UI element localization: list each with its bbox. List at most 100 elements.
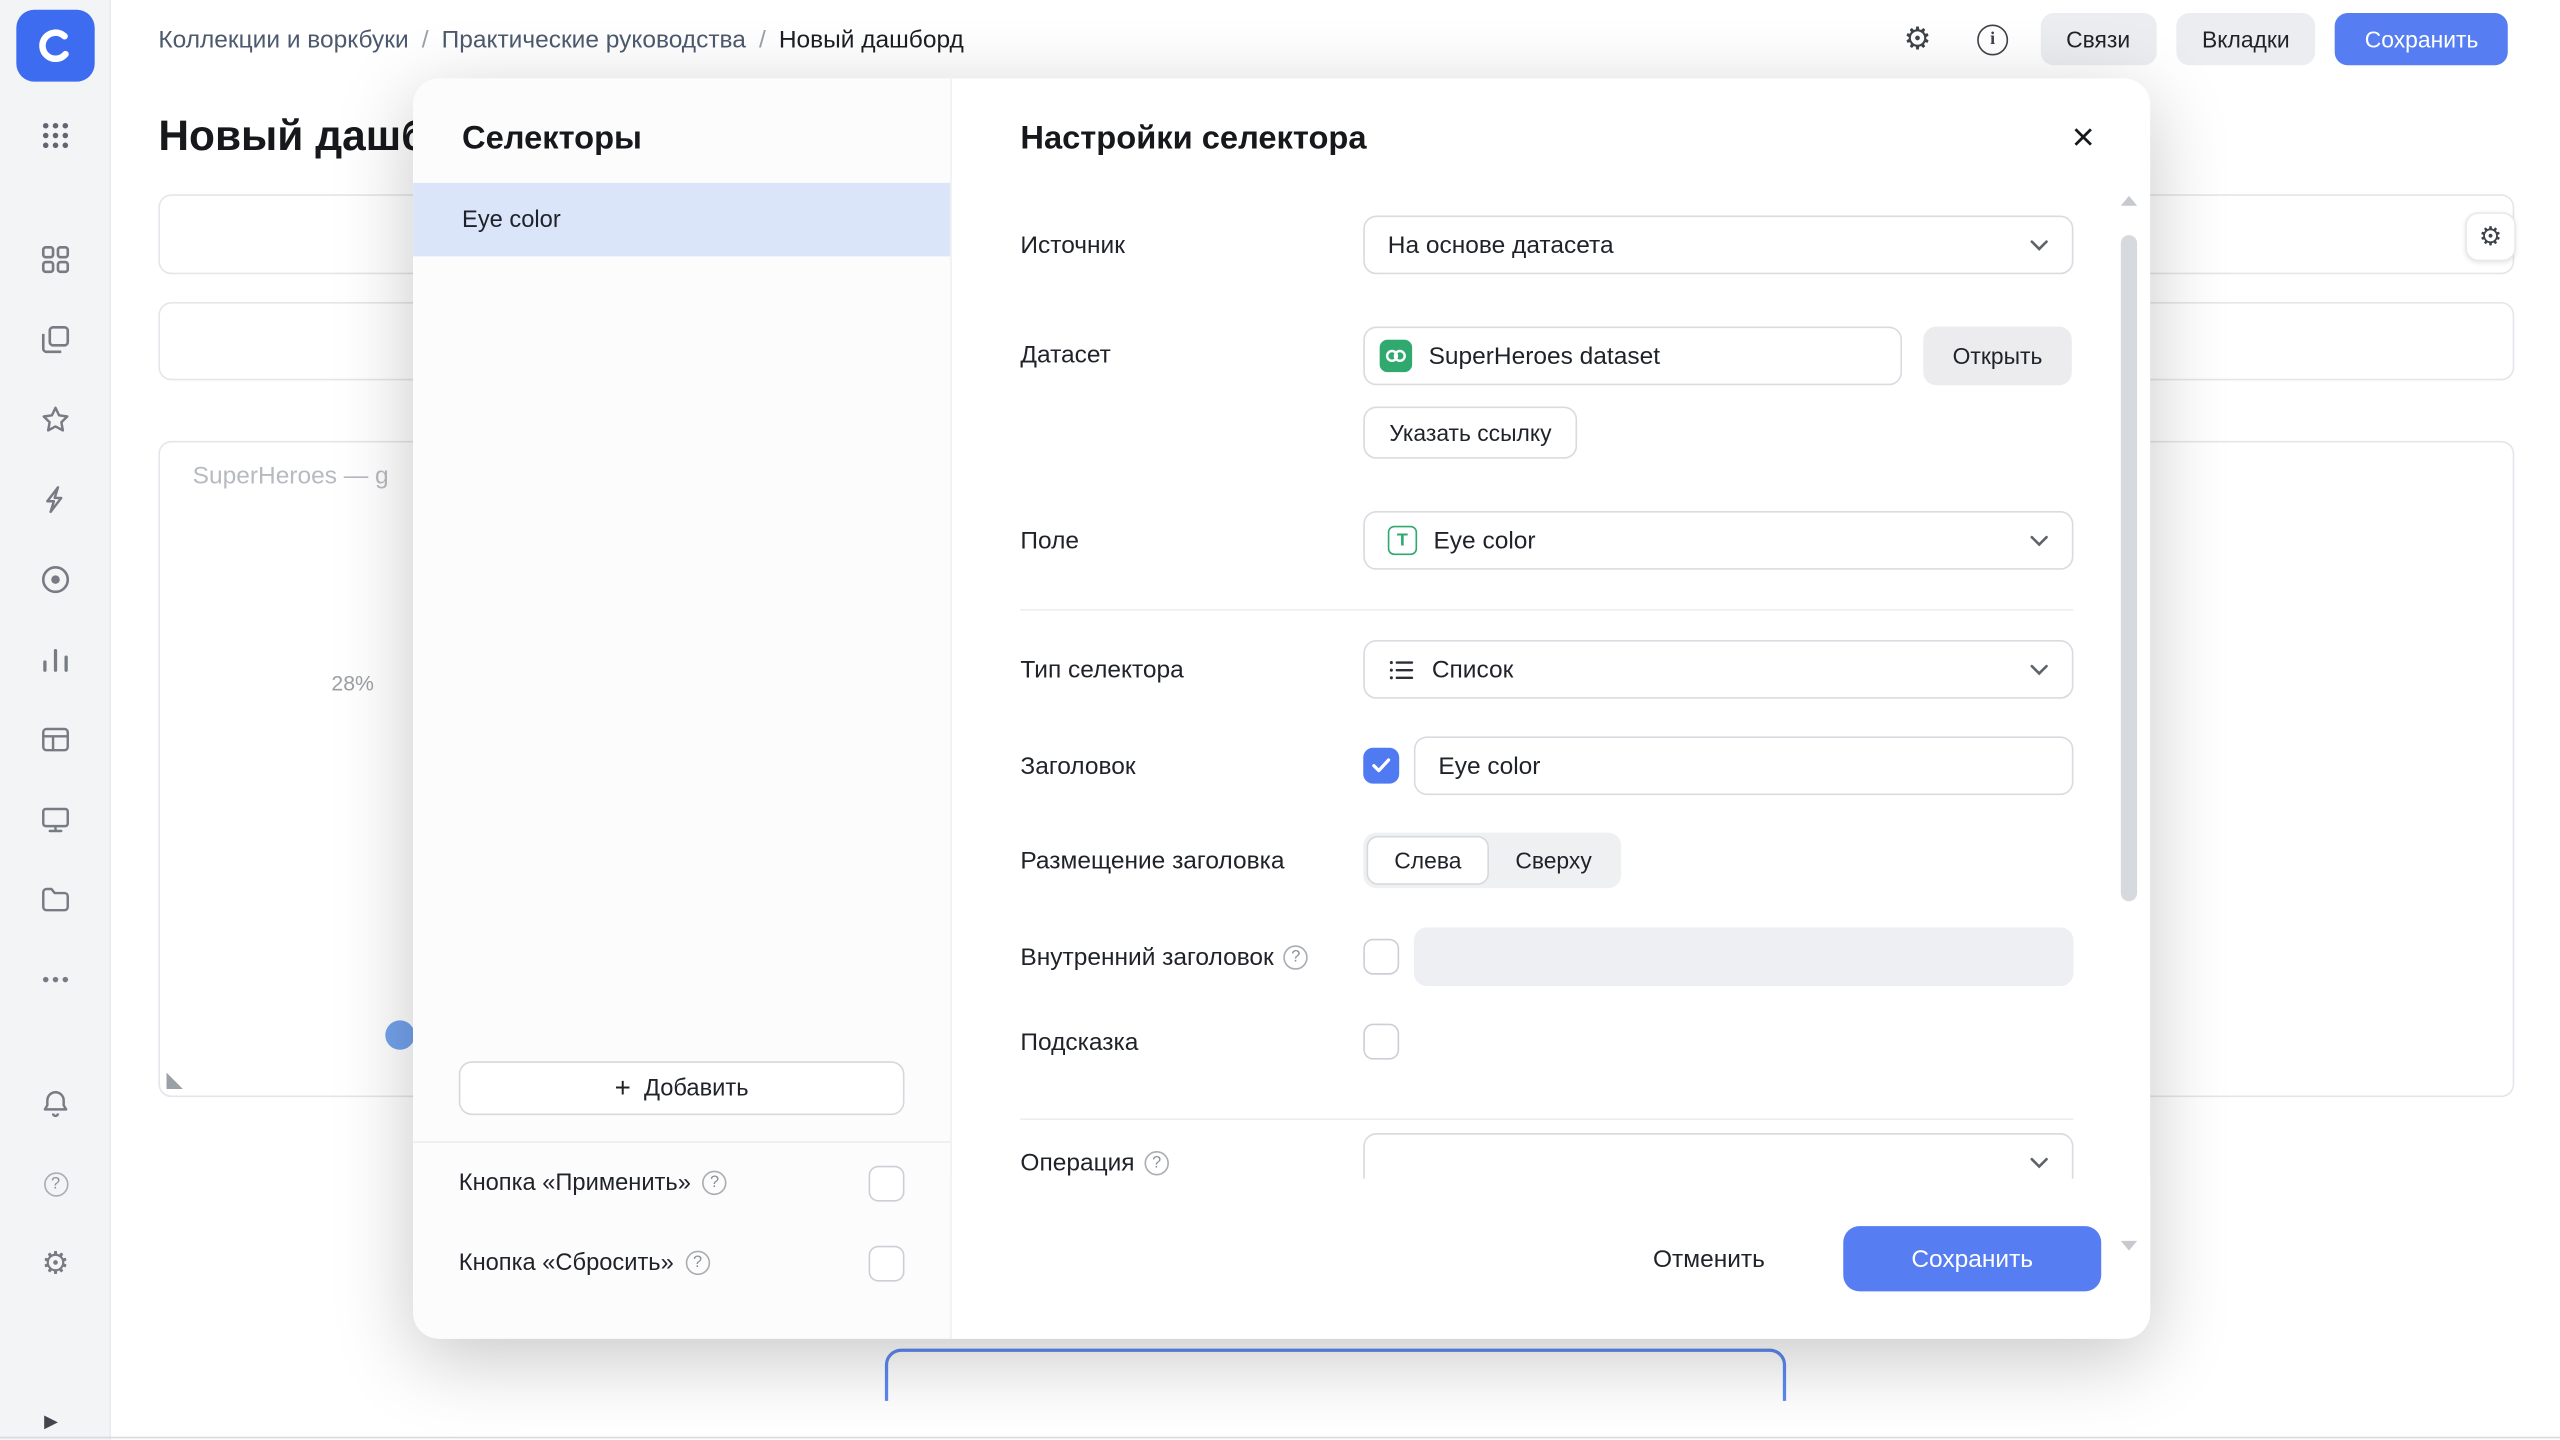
- header: Коллекции и воркбуки / Практические руко…: [111, 0, 2560, 79]
- section-divider: [1020, 608, 2074, 611]
- inner-title-input: [1413, 927, 2074, 987]
- close-icon[interactable]: ×: [2059, 114, 2108, 163]
- sidebar-item-favorites[interactable]: [33, 397, 79, 443]
- dataset-name: SuperHeroes dataset: [1428, 342, 1661, 370]
- sidebar-item-tables[interactable]: [33, 717, 79, 763]
- dataset-label: Датасет: [1020, 341, 1111, 369]
- new-selector-widget[interactable]: [884, 1348, 1787, 1401]
- field-value: Eye color: [1433, 526, 1536, 555]
- sidebar-item-services[interactable]: [33, 557, 79, 603]
- field-type-icon: T: [1387, 525, 1418, 556]
- scroll-down-icon[interactable]: [2120, 1240, 2138, 1251]
- reset-button-checkbox[interactable]: [868, 1244, 905, 1281]
- scrollbar-thumb[interactable]: [2120, 235, 2138, 902]
- gear-icon: ⚙: [41, 1246, 70, 1281]
- dataset-select[interactable]: SuperHeroes dataset: [1363, 326, 1903, 386]
- question-icon[interactable]: ?: [685, 1250, 710, 1276]
- cancel-button[interactable]: Отменить: [1620, 1226, 1797, 1291]
- plus-icon: +: [614, 1072, 631, 1104]
- selectors-panel: Селекторы Eye color + Добавить Кнопка «П…: [413, 78, 952, 1339]
- scroll-up-icon[interactable]: [2120, 195, 2138, 206]
- sidebar-item-dashboards[interactable]: [33, 237, 79, 283]
- sidebar-item-editor[interactable]: [33, 477, 79, 523]
- collapse-sidebar-icon[interactable]: ▶: [44, 1411, 58, 1432]
- info-icon: i: [1977, 23, 2009, 55]
- table-icon: [42, 727, 69, 752]
- selector-type-value: Список: [1431, 655, 1514, 684]
- source-select[interactable]: На основе датасета: [1363, 215, 2074, 275]
- reset-button-row: Кнопка «Сбросить» ?: [413, 1223, 950, 1303]
- chevron-down-icon: [2029, 238, 2049, 251]
- selector-settings-panel: Настройки селектора × Источник На основе…: [951, 78, 2151, 1339]
- question-icon[interactable]: ?: [1283, 944, 1309, 969]
- title-placement-segmented: Слева Сверху: [1363, 832, 1622, 889]
- header-info-button[interactable]: i: [1965, 11, 2021, 67]
- field-select[interactable]: T Eye color: [1363, 511, 2074, 570]
- connections-button[interactable]: Связи: [2039, 13, 2157, 66]
- breadcrumb: Коллекции и воркбуки / Практические руко…: [158, 25, 963, 53]
- inner-title-checkbox[interactable]: [1363, 938, 1400, 975]
- question-icon[interactable]: ?: [1144, 1150, 1169, 1175]
- title-checkbox[interactable]: [1363, 747, 1400, 784]
- chevron-down-icon: [2029, 663, 2049, 676]
- question-icon[interactable]: ?: [702, 1170, 727, 1196]
- header-settings-button[interactable]: ⚙: [1890, 11, 1946, 67]
- title-placement-label: Размещение заголовка: [1020, 846, 1285, 875]
- breadcrumb-collections[interactable]: Коллекции и воркбуки: [158, 25, 408, 53]
- save-selector-button[interactable]: Сохранить: [1843, 1226, 2102, 1292]
- logo-swirl-icon: [39, 29, 72, 63]
- sidebar-item-more[interactable]: [33, 957, 79, 1003]
- specify-link-button[interactable]: Указать ссылку: [1363, 406, 1578, 459]
- source-label: Источник: [1020, 231, 1125, 259]
- operation-row: Операция ?: [1020, 1133, 2074, 1179]
- hint-checkbox[interactable]: [1363, 1023, 1400, 1060]
- sidebar-bottom: ? ⚙: [0, 1081, 111, 1287]
- sidebar-item-charts[interactable]: [33, 637, 79, 683]
- section-divider: [1020, 1118, 2074, 1120]
- placement-top-option[interactable]: Сверху: [1489, 836, 1618, 885]
- dashboard-settings-button[interactable]: ⚙: [2465, 212, 2516, 262]
- title-input[interactable]: [1413, 736, 2074, 796]
- chart-title: SuperHeroes — g: [192, 462, 389, 490]
- selector-type-select[interactable]: Список: [1363, 639, 2074, 699]
- add-selector-button[interactable]: + Добавить: [458, 1061, 905, 1116]
- sidebar-item-presentations[interactable]: [33, 797, 79, 843]
- settings-button[interactable]: ⚙: [33, 1241, 79, 1287]
- tiles-icon: [41, 246, 70, 274]
- title-label: Заголовок: [1020, 751, 1136, 780]
- selectors-list: Eye color: [413, 182, 951, 257]
- sidebar-item-files[interactable]: [33, 877, 79, 923]
- placement-left-option[interactable]: Слева: [1366, 835, 1490, 885]
- operation-select[interactable]: [1363, 1133, 2074, 1179]
- selectors-panel-footer: + Добавить Кнопка «Применить» ? Кнопка «…: [413, 1061, 951, 1339]
- dataset-icon: [1379, 339, 1413, 373]
- selector-settings-dialog: Селекторы Eye color + Добавить Кнопка «П…: [413, 78, 2151, 1339]
- sidebar-item-collections[interactable]: [33, 317, 79, 363]
- tabs-button[interactable]: Вкладки: [2175, 13, 2316, 66]
- open-dataset-button[interactable]: Открыть: [1923, 326, 2072, 386]
- ellipsis-icon: [42, 976, 69, 983]
- source-value: На основе датасета: [1387, 231, 1614, 259]
- breadcrumb-separator: /: [421, 25, 429, 54]
- target-icon: [41, 566, 70, 594]
- star-icon: [42, 406, 69, 432]
- notifications-button[interactable]: [33, 1081, 79, 1127]
- reset-button-label: Кнопка «Сбросить»: [458, 1249, 674, 1276]
- help-button[interactable]: ?: [33, 1161, 79, 1207]
- bottom-divider: [0, 1436, 2560, 1439]
- sidebar-nav: [0, 237, 111, 1003]
- breadcrumb-separator: /: [758, 25, 766, 54]
- datalens-logo[interactable]: [16, 9, 95, 82]
- breadcrumb-workbook[interactable]: Практические руководства: [442, 25, 746, 53]
- apps-grid-icon[interactable]: [0, 114, 111, 156]
- save-dashboard-button[interactable]: Сохранить: [2335, 13, 2508, 66]
- apply-button-row: Кнопка «Применить» ?: [413, 1143, 950, 1223]
- add-selector-label: Добавить: [643, 1075, 749, 1102]
- operation-label: Операция: [1020, 1148, 1135, 1177]
- folder-icon: [42, 887, 69, 912]
- selector-list-item[interactable]: Eye color: [413, 182, 951, 257]
- resize-corner-icon[interactable]: [166, 1072, 183, 1089]
- apply-button-checkbox[interactable]: [868, 1164, 905, 1201]
- title-placement-row: Размещение заголовка Слева Сверху: [1020, 832, 2073, 889]
- gear-icon: ⚙: [2478, 223, 2503, 252]
